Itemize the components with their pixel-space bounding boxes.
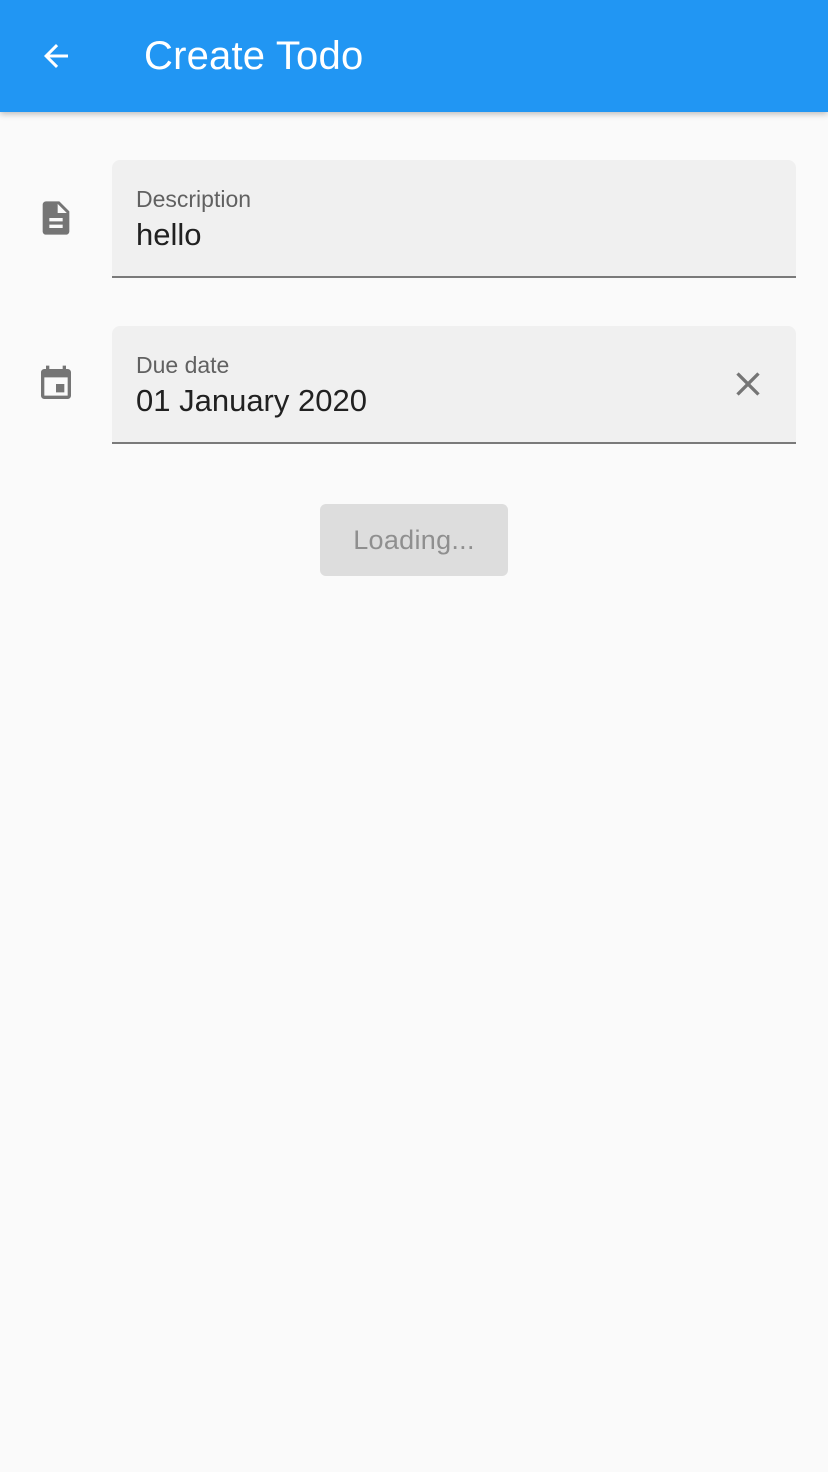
description-icon	[32, 194, 80, 242]
description-row: Description hello	[0, 160, 828, 278]
description-label: Description	[136, 186, 252, 212]
page-title: Create Todo	[144, 34, 364, 78]
due-date-field[interactable]: Due date 01 January 2020	[112, 326, 796, 444]
arrow-back-icon	[44, 44, 68, 68]
close-icon	[736, 372, 760, 396]
due-date-row: Due date 01 January 2020	[0, 326, 828, 444]
calendar-icon	[32, 360, 80, 408]
clear-date-button[interactable]	[724, 360, 772, 408]
due-date-input[interactable]: 01 January 2020	[136, 382, 367, 420]
back-button[interactable]	[24, 24, 88, 88]
submit-button[interactable]: Loading...	[320, 504, 508, 576]
due-date-label: Due date	[136, 352, 230, 378]
description-input[interactable]: hello	[136, 216, 202, 254]
app-bar: Create Todo	[0, 0, 828, 112]
description-field[interactable]: Description hello	[112, 160, 796, 278]
